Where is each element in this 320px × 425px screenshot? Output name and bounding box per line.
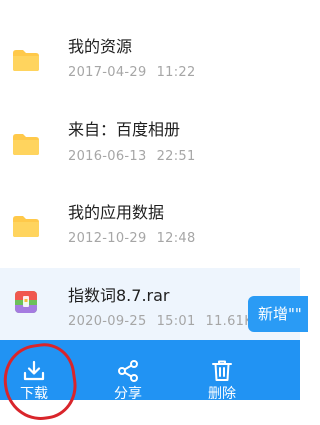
file-meta: 2020-09-25 15:01 11.61K xyxy=(68,314,253,330)
file-size: 11.61K xyxy=(205,314,254,329)
file-time: 15:01 xyxy=(156,314,196,329)
download-button[interactable]: 下载 xyxy=(4,340,64,402)
file-name: 我的资源 xyxy=(68,37,133,56)
file-time: 22:51 xyxy=(156,149,196,164)
bottom-toolbar: 下载 分享 删除 xyxy=(0,340,300,402)
share-icon xyxy=(118,360,138,382)
file-date: 2017-04-29 xyxy=(68,65,147,80)
file-list: 我的资源 2017-04-29 11:22 来自：百度相册 2016-06-13 2… xyxy=(0,0,300,340)
file-date: 2016-06-13 xyxy=(68,149,147,164)
new-floating-button[interactable]: 新增"" xyxy=(248,296,308,332)
file-row-my-resources[interactable]: 我的资源 2017-04-29 11:22 xyxy=(0,0,300,88)
file-name: 来自：百度相册 xyxy=(68,120,181,139)
file-row-app-data[interactable]: 我的应用数据 2012-10-29 12:48 xyxy=(0,176,300,264)
file-date: 2020-09-25 xyxy=(68,314,147,329)
folder-icon xyxy=(13,50,39,71)
file-meta: 2017-04-29 11:22 xyxy=(68,65,196,81)
rar-archive-icon xyxy=(15,291,37,313)
file-name: 指数词8.7.rar xyxy=(68,286,170,305)
file-name: 我的应用数据 xyxy=(68,203,165,222)
folder-icon xyxy=(13,216,39,237)
file-row-baidu-album[interactable]: 来自：百度相册 2016-06-13 22:51 xyxy=(0,88,300,176)
trash-icon xyxy=(212,360,232,381)
file-meta: 2016-06-13 22:51 xyxy=(68,149,196,165)
file-meta: 2012-10-29 12:48 xyxy=(68,231,196,247)
folder-icon xyxy=(13,134,39,155)
file-time: 12:48 xyxy=(156,231,196,246)
download-icon xyxy=(23,360,45,381)
file-date: 2012-10-29 xyxy=(68,231,147,246)
file-time: 11:22 xyxy=(156,65,196,80)
share-button[interactable]: 分享 xyxy=(98,340,158,402)
delete-button[interactable]: 删除 xyxy=(192,340,252,402)
